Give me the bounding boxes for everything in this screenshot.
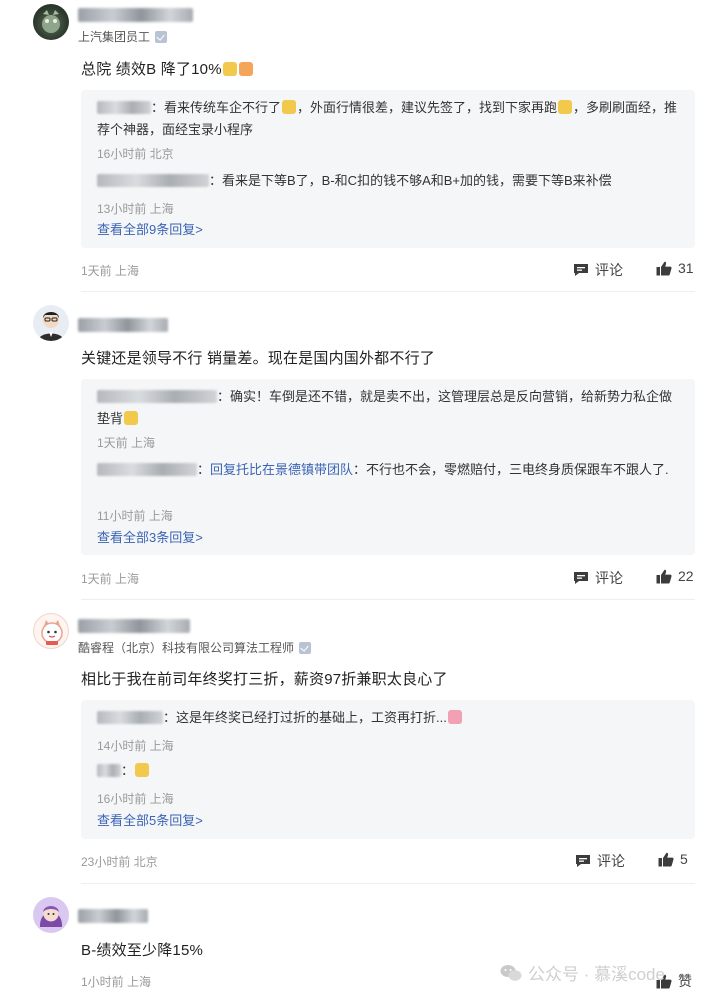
reply-username[interactable] <box>97 101 151 114</box>
avatar-image <box>39 906 63 927</box>
comment-meta: 23小时前 北京 <box>81 855 158 869</box>
reply-item: ：回复托比在景德镇带团队：不行也不会，零燃赔付，三电终身质保跟车不跟人了. <box>97 459 681 481</box>
username[interactable] <box>78 318 168 332</box>
verified-icon <box>299 641 312 654</box>
view-all-replies-link[interactable]: 查看全部5条回复> <box>97 810 203 829</box>
verified-icon <box>155 30 168 43</box>
thumbs-up-icon <box>658 852 674 866</box>
reply-username[interactable] <box>97 463 197 476</box>
thumbs-up-icon <box>656 569 672 583</box>
avatar[interactable] <box>33 613 69 649</box>
like-count: 22 <box>678 568 694 584</box>
username[interactable] <box>78 909 148 923</box>
comment-icon <box>576 855 590 867</box>
avatar[interactable] <box>33 4 69 40</box>
comment-button[interactable]: 评论 <box>573 260 623 280</box>
reply-item: ：看来是下等B了，B-和C扣的钱不够A和B+加的钱，需要下等B来补偿 <box>97 170 681 192</box>
avatar-image <box>38 312 64 341</box>
emoji-icon <box>282 100 297 114</box>
view-all-replies-link[interactable]: 查看全部3条回复> <box>97 527 203 546</box>
user-title: 上汽集团员工 <box>78 28 168 45</box>
reply-meta: 13小时前 上海 <box>97 202 174 216</box>
comment-meta: 1天前 上海 <box>81 572 140 586</box>
like-label: 赞 <box>678 973 692 989</box>
reply-username[interactable] <box>97 390 217 403</box>
reply-text: 这是年终奖已经打过折的基础上，工资再打折... <box>176 710 447 725</box>
reply-item: ：看来传统车企不行了 ，外面行情很差，建议先签了，找到下家再跑 ，多刷刷面经，推荐个… <box>97 100 678 137</box>
comment-icon <box>574 572 588 584</box>
reply-to-link[interactable]: 回复托比在景德镇带团队 <box>210 462 353 477</box>
reply-username[interactable] <box>97 174 209 187</box>
emoji-icon <box>447 710 462 724</box>
comment-text: 关键还是领导不行 销量差。现在是国内国外都不行了 <box>81 350 435 367</box>
avatar-image <box>42 10 60 33</box>
username[interactable] <box>78 619 190 633</box>
view-all-replies-link[interactable]: 查看全部9条回复> <box>97 219 203 238</box>
comment-label: 评论 <box>595 570 623 586</box>
reply-meta: 16小时前 北京 <box>97 147 174 161</box>
reply-meta: 1天前 上海 <box>97 436 156 450</box>
comment-content: B-绩效至少降15% <box>81 939 203 960</box>
reply-text: 不行也不会，零燃赔付，三电终身质保跟车不跟人了. <box>366 462 669 477</box>
like-button[interactable]: 5 <box>658 851 688 867</box>
reply-panel: ：这是年终奖已经打过折的基础上，工资再打折... 14小时前 上海 ： 16小时… <box>81 700 695 839</box>
comment-label: 评论 <box>597 853 625 869</box>
comment-text: B-绩效至少降15% <box>81 942 204 959</box>
reply-meta: 16小时前 上海 <box>97 792 174 806</box>
comment-text: 总院 绩效B 降了10% <box>81 61 222 78</box>
comment-meta: 1小时前 上海 <box>81 975 152 989</box>
avatar-image <box>41 620 63 645</box>
like-count: 31 <box>678 260 694 276</box>
thumbs-up-icon <box>656 261 672 275</box>
divider <box>81 883 695 884</box>
reply-item: ：这是年终奖已经打过折的基础上，工资再打折... <box>97 707 681 729</box>
avatar[interactable] <box>33 305 69 341</box>
comment-button[interactable]: 评论 <box>575 851 625 871</box>
reply-username[interactable] <box>97 764 121 777</box>
user-title: 酷睿程（北京）科技有限公司算法工程师 <box>78 639 312 656</box>
avatar[interactable] <box>33 897 69 933</box>
watermark: 公众号 · 慕溪code <box>500 960 665 985</box>
username[interactable] <box>78 8 193 22</box>
comment-button[interactable]: 评论 <box>573 568 623 588</box>
reply-text: 看来是下等B了，B-和C扣的钱不够A和B+加的钱，需要下等B来补偿 <box>222 173 612 188</box>
like-button[interactable]: 31 <box>656 260 694 276</box>
like-count: 5 <box>680 851 688 867</box>
reply-username[interactable] <box>97 711 163 724</box>
divider <box>81 599 695 600</box>
comment-content: 关键还是领导不行 销量差。现在是国内国外都不行了 <box>81 347 435 368</box>
comment-meta: 1天前 上海 <box>81 264 140 278</box>
comment-content: 总院 绩效B 降了10% <box>81 58 254 79</box>
emoji-icon <box>222 62 237 76</box>
watermark-text: 公众号 · 慕溪code <box>528 965 665 984</box>
reply-text: 看来传统车企不行了 <box>164 100 282 115</box>
comment-content: 相比于我在前司年终奖打三折，薪资97折兼职太良心了 <box>81 668 448 689</box>
reply-meta: 14小时前 上海 <box>97 739 174 753</box>
like-button[interactable]: 22 <box>656 568 694 584</box>
emoji-icon <box>124 411 139 425</box>
wechat-icon <box>500 964 522 981</box>
comment-text: 相比于我在前司年终奖打三折，薪资97折兼职太良心了 <box>81 671 448 688</box>
reply-panel: ：确实！车倒是还不错，就是卖不出，这管理层总是反向营销，给新势力私企做垫背 1天… <box>81 379 695 555</box>
emoji-icon <box>238 62 253 76</box>
comment-label: 评论 <box>595 262 623 278</box>
reply-panel: ：看来传统车企不行了 ，外面行情很差，建议先签了，找到下家再跑 ，多刷刷面经，推荐个… <box>81 90 695 248</box>
comment-icon <box>574 264 588 276</box>
reply-item: ： <box>97 760 681 782</box>
emoji-icon <box>558 100 573 114</box>
user-title-text: 上汽集团员工 <box>78 30 151 44</box>
divider <box>81 291 695 292</box>
reply-text: ，外面行情很差，建议先签了，找到下家再跑 <box>297 100 558 115</box>
user-title-text: 酷睿程（北京）科技有限公司算法工程师 <box>78 641 295 655</box>
reply-item: ：确实！车倒是还不错，就是卖不出，这管理层总是反向营销，给新势力私企做垫背 <box>97 389 673 426</box>
emoji-icon <box>135 763 150 777</box>
reply-meta: 11小时前 上海 <box>97 509 173 523</box>
